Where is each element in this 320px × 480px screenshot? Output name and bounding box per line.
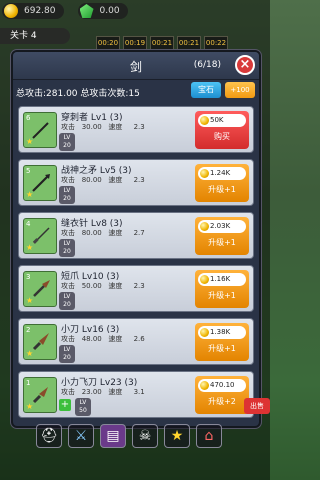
panel-title: 剑 xyxy=(129,60,142,74)
weapon-stats: 攻击 30.00 速度 2.3 xyxy=(61,123,145,131)
coin-icon xyxy=(200,116,209,125)
level-badge: LV 50 xyxy=(75,398,91,416)
action-label: 升级+1 xyxy=(208,185,236,194)
upgrade-button[interactable]: 1.16K 升级+1 xyxy=(195,270,249,308)
weapon-card: 1 ★ + LV 50 小力飞刀 Lv23 (3) 攻击 23.00 速度 3.1… xyxy=(18,371,254,418)
action-label: 升级+1 xyxy=(208,238,236,247)
level-badge: LV 20 xyxy=(59,186,75,204)
plus-100-button[interactable]: +100 xyxy=(225,82,255,98)
coin-icon xyxy=(4,4,18,18)
timer: 00:20 xyxy=(96,36,120,50)
weapon-thumbnail: 3 ★ xyxy=(23,271,57,307)
gem-button[interactable]: 宝石 xyxy=(191,82,221,98)
needle-icon xyxy=(32,227,50,244)
price-tag: 1.16K xyxy=(198,273,246,286)
timer: 00:21 xyxy=(150,36,174,50)
weapon-panel: 剑 (6/18) × 总攻击:281.00 总攻击次数:15 宝石 +100 6… xyxy=(11,50,261,428)
level-badge: LV 20 xyxy=(59,239,75,257)
spear-icon xyxy=(32,174,50,192)
price-tag: 2.03K xyxy=(198,220,246,233)
coin-icon xyxy=(200,275,209,284)
buy-button[interactable]: 50K 购买 xyxy=(195,111,249,149)
weapon-card: 3 ★ LV 20 短爪 Lv10 (3) 攻击 50.00 速度 2.3 1.1… xyxy=(18,265,254,312)
book-icon[interactable]: ▤ xyxy=(100,424,126,448)
star-icon[interactable]: ★ xyxy=(164,424,190,448)
resource-bar: 692.80 0.00 xyxy=(0,0,270,22)
gem-value: 0.00 xyxy=(99,6,120,16)
knife-icon xyxy=(32,333,49,351)
star-icon: ★ xyxy=(26,137,34,146)
weapon-card: 2 ★ LV 20 小刀 Lv16 (3) 攻击 48.00 速度 2.6 1.3… xyxy=(18,318,254,365)
coin-value: 692.80 xyxy=(24,6,56,16)
price-tag: 50K xyxy=(198,114,246,127)
timer-row: 00:20 00:19 00:21 00:21 00:22 xyxy=(96,36,228,50)
weapon-thumbnail: 2 ★ xyxy=(23,324,57,360)
add-icon[interactable]: + xyxy=(59,399,71,411)
bottom-menu: ⛑ ⚔ ▤ ☠ ★ ⌂ xyxy=(36,424,222,448)
gem-icon xyxy=(79,4,94,18)
timer: 00:22 xyxy=(204,36,228,50)
weapon-thumbnail: 5 ★ xyxy=(23,165,57,201)
upgrade-button[interactable]: 470.10 升级+2 xyxy=(195,376,249,414)
upgrade-button[interactable]: 1.24K 升级+1 xyxy=(195,164,249,202)
weapon-card: 5 ★ LV 20 战神之矛 Lv5 (3) 攻击 80.00 速度 2.3 1.… xyxy=(18,159,254,206)
timer: 00:21 xyxy=(177,36,201,50)
level-badge: LV 20 xyxy=(59,292,75,310)
weapon-thumbnail: 6 ★ xyxy=(23,112,57,148)
price-tag: 470.10 xyxy=(198,379,246,392)
weapon-thumbnail: 4 ★ xyxy=(23,218,57,254)
dagger-icon xyxy=(32,387,48,404)
claw-icon xyxy=(33,280,50,297)
sell-button[interactable]: 出售 xyxy=(244,398,270,414)
weapon-list: 6 ★ LV 20 穿刺者 Lv1 (3) 攻击 30.00 速度 2.3 50K… xyxy=(18,106,254,424)
shop-icon[interactable]: ⌂ xyxy=(196,424,222,448)
close-button[interactable]: × xyxy=(235,55,255,75)
weapon-stats: 攻击 50.00 速度 2.3 xyxy=(61,282,145,290)
upgrade-button[interactable]: 2.03K 升级+1 xyxy=(195,217,249,255)
weapon-stats: 攻击 48.00 速度 2.6 xyxy=(61,335,145,343)
helmet-icon[interactable]: ⛑ xyxy=(36,424,62,448)
weapon-stats: 攻击 80.00 速度 2.7 xyxy=(61,229,145,237)
level-badge: LV 20 xyxy=(59,133,75,151)
panel-count: (6/18) xyxy=(193,60,221,70)
star-icon: ★ xyxy=(26,349,34,358)
action-label: 升级+1 xyxy=(208,291,236,300)
level-badge: LV 20 xyxy=(59,345,75,363)
coin-counter: 692.80 xyxy=(2,3,64,19)
action-label: 升级+2 xyxy=(208,397,236,406)
price-tag: 1.24K xyxy=(198,167,246,180)
timer: 00:19 xyxy=(123,36,147,50)
star-icon: ★ xyxy=(26,296,34,305)
level-tag: 关卡 4 xyxy=(0,28,70,44)
gem-counter: 0.00 xyxy=(77,3,128,19)
star-icon: ★ xyxy=(26,190,34,199)
weapon-thumbnail: 1 ★ xyxy=(23,377,57,413)
weapon-card: 6 ★ LV 20 穿刺者 Lv1 (3) 攻击 30.00 速度 2.3 50K… xyxy=(18,106,254,153)
action-label: 升级+1 xyxy=(208,344,236,353)
coin-icon xyxy=(200,222,209,231)
sword-icon[interactable]: ⚔ xyxy=(68,424,94,448)
spear-icon xyxy=(32,120,51,139)
skull-icon[interactable]: ☠ xyxy=(132,424,158,448)
upgrade-button[interactable]: 1.38K 升级+1 xyxy=(195,323,249,361)
coin-icon xyxy=(200,169,209,178)
star-icon: ★ xyxy=(26,243,34,252)
coin-icon xyxy=(200,381,209,390)
weapon-stats: 攻击 80.00 速度 2.3 xyxy=(61,176,145,184)
star-icon: ★ xyxy=(26,402,34,411)
weapon-card: 4 ★ LV 20 缝衣针 Lv8 (3) 攻击 80.00 速度 2.7 2.0… xyxy=(18,212,254,259)
panel-header: 剑 (6/18) × xyxy=(13,52,259,80)
attack-summary: 总攻击:281.00 总攻击次数:15 xyxy=(16,89,140,99)
action-label: 购买 xyxy=(214,132,230,141)
price-tag: 1.38K xyxy=(198,326,246,339)
weapon-stats: 攻击 23.00 速度 3.1 xyxy=(61,388,145,396)
coin-icon xyxy=(200,328,209,337)
